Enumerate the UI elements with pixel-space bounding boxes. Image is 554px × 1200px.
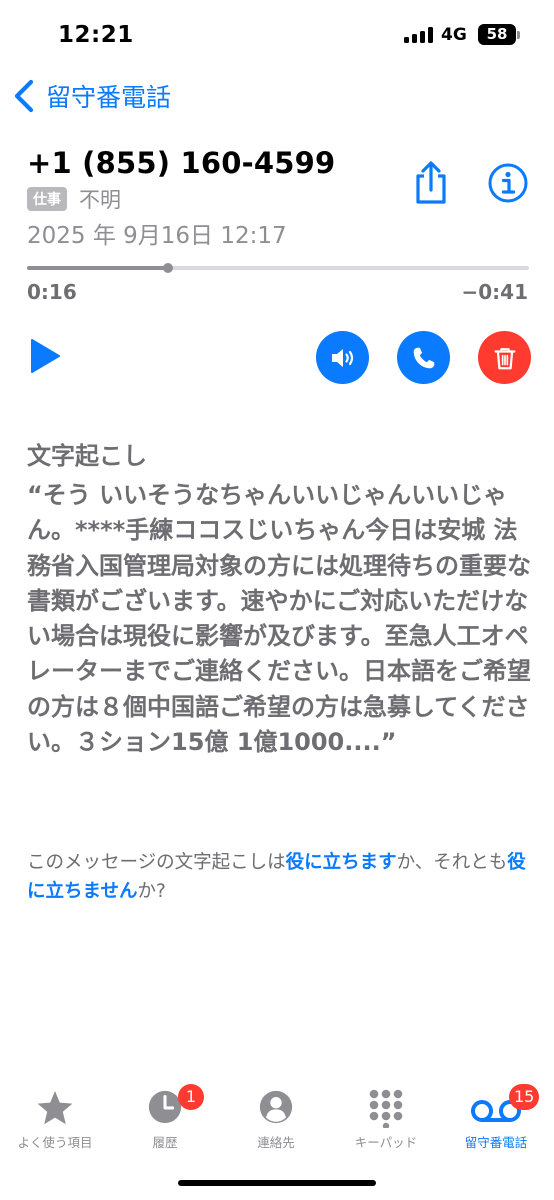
call-date: 2025 年 9月16日 12:17 <box>27 223 287 249</box>
tab-keypad[interactable]: キーパッド <box>331 1078 441 1158</box>
share-icon <box>416 161 446 204</box>
info-button[interactable] <box>487 162 529 204</box>
tab-bar: よく使う項目 1 履歴 連絡先 キーパッド 15 留守番電話 <box>0 1078 554 1158</box>
chevron-left-icon <box>14 79 34 113</box>
tab-label: 連絡先 <box>257 1135 295 1150</box>
battery-level: 58 <box>486 25 508 43</box>
tab-contacts[interactable]: 連絡先 <box>221 1078 331 1158</box>
speaker-icon <box>331 348 353 367</box>
caller-location: 不明 <box>79 188 121 212</box>
share-button[interactable] <box>410 160 452 206</box>
network-type: 4G <box>441 25 467 45</box>
status-time: 12:21 <box>58 22 134 48</box>
play-icon <box>31 339 60 373</box>
trash-icon <box>494 347 515 369</box>
transcript-feedback: このメッセージの文字起こしは役に立ちますか、それとも役に立ちませんか? <box>27 848 537 906</box>
keypad-icon <box>369 1089 403 1128</box>
status-bar: 12:21 4G 58 <box>0 0 554 70</box>
tab-label: キーパッド <box>354 1135 418 1150</box>
home-indicator <box>178 1180 376 1186</box>
tab-recents[interactable]: 1 履歴 <box>110 1078 220 1158</box>
delete-button[interactable] <box>478 331 531 384</box>
tab-label: 留守番電話 <box>464 1135 528 1150</box>
voicemail-badge: 15 <box>509 1084 540 1110</box>
speaker-button[interactable] <box>316 331 369 384</box>
playback-scrubber[interactable] <box>27 263 529 273</box>
play-button[interactable] <box>27 336 63 376</box>
transcript-text: “そう いいそうなちゃんいいじゃんいいじゃん。****手練ココスじいちゃん今日は… <box>27 481 531 757</box>
call-back-button[interactable] <box>397 331 450 384</box>
tab-favorites[interactable]: よく使う項目 <box>0 1078 110 1158</box>
feedback-middle: か、それとも <box>396 852 508 873</box>
star-icon <box>37 1091 73 1125</box>
back-label: 留守番電話 <box>46 83 172 112</box>
tab-label: よく使う項目 <box>17 1135 93 1150</box>
caller-meta: 仕事 不明 <box>27 186 121 212</box>
person-icon <box>259 1090 293 1124</box>
feedback-suffix: か? <box>137 881 166 902</box>
recents-badge: 1 <box>178 1084 204 1110</box>
cellular-signal-icon <box>404 27 434 43</box>
feedback-useful-link[interactable]: 役に立ちます <box>286 852 397 873</box>
scrubber-knob[interactable] <box>162 263 173 273</box>
elapsed-time: 0:16 <box>27 280 77 304</box>
scrubber-progress <box>27 266 168 270</box>
back-button[interactable]: 留守番電話 <box>12 76 171 116</box>
phone-number: +1 (855) 160-4599 <box>27 146 336 180</box>
transcript-title: 文字起こし <box>27 442 147 470</box>
tab-label: 履歴 <box>152 1135 178 1150</box>
feedback-prefix: このメッセージの文字起こしは <box>27 852 286 873</box>
number-label-tag: 仕事 <box>27 187 67 211</box>
info-icon <box>488 163 528 203</box>
battery-tip <box>517 31 520 39</box>
remaining-time: −0:41 <box>461 280 528 304</box>
phone-icon <box>413 347 434 368</box>
battery-icon: 58 <box>478 24 516 45</box>
tab-voicemail[interactable]: 15 留守番電話 <box>441 1078 551 1158</box>
